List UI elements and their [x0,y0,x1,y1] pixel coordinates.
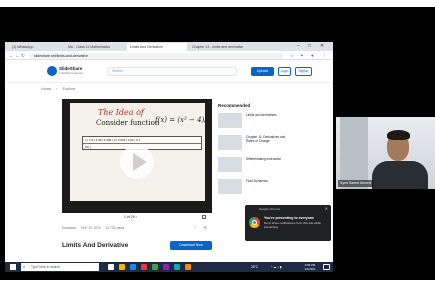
address-bar: ← → ↻ slideshare.net/limits-and-derivati… [5,51,333,60]
shared-screen: (1) WhatsApp Ma - Class 11 Mathematics L… [5,42,333,272]
menu-icon[interactable]: ⋮ [322,51,327,60]
extensions-icon[interactable]: ✦ [300,51,304,60]
app-icon[interactable] [141,264,147,270]
edge-icon[interactable] [130,264,136,270]
recommended-item[interactable]: Chapter 11: Derivatives and Rates of Cha… [218,135,288,153]
notifications-icon[interactable] [323,264,330,270]
document-meta: Education Feb. 15, 2020 12,725 views ♡ ⋖ [62,225,212,232]
recommended-title: Chapter 11: Derivatives and Rates of Cha… [246,135,286,143]
recommended-title: Limits and derivatives [246,113,277,117]
recommended-item[interactable]: Limits and derivatives [218,113,288,131]
url-field[interactable]: slideshare.net/limits-and-derivative [29,52,284,59]
video-background-door [340,117,368,189]
browser-tab-whatsapp[interactable]: (1) WhatsApp [9,43,63,51]
recommended-thumbnail [218,135,242,150]
back-icon[interactable]: ← [9,51,14,60]
document-title: Limits And Derivative [62,242,129,249]
task-view-icon[interactable] [108,264,114,270]
participant-name: Syed Saeed Ahmed [338,180,373,187]
breadcrumb-home[interactable]: Home [41,87,51,91]
app-icon[interactable] [185,264,191,270]
weather-tray[interactable]: 28°C [251,262,258,272]
windows-start-icon[interactable] [10,264,16,270]
tab-label: Limits And Derivative [130,45,163,49]
recommended-thumbnail [218,157,242,172]
taskbar-clock[interactable]: 2:56 PM 1/1/2021 [300,263,320,271]
fullscreen-icon[interactable] [202,215,206,219]
breadcrumb-explore[interactable]: Explore [63,87,76,91]
recommended-thumbnail [218,113,242,128]
recommended-title: Fluid Dynamics [246,179,268,183]
tab-label: Ma - Class 11 Mathematics [68,45,111,49]
windows-taskbar: Type here to search ⌕ 28°C ^ ☁ ♪ ▮ 2:56 … [5,262,333,272]
site-search-input[interactable]: Search [107,67,237,76]
meeting-window: (1) WhatsApp Ma - Class 11 Mathematics L… [0,0,435,307]
slide-formula: f(x) = (x² − 4)/(x − 2) [155,116,205,124]
viewer-controls: 1 of 29 › [62,213,212,221]
clock-date: 1/1/2021 [304,267,316,271]
chrome-icon[interactable] [152,264,158,270]
download-button[interactable]: Download Now [170,241,212,250]
recommended-thumbnail [218,179,242,194]
date-label: Feb. 15, 2020 [81,226,101,230]
browser-tab-bar: (1) WhatsApp Ma - Class 11 Mathematics L… [5,42,333,51]
site-header: SlideShare a Scribd company Search Uploa… [5,61,333,83]
breadcrumb: Home › Explore [41,87,79,92]
like-icon[interactable]: ♡ [193,225,197,232]
tab-label: (1) WhatsApp [12,45,34,49]
slideshare-logo-icon[interactable] [47,66,57,76]
recommended-item[interactable]: Fluid Dynamics [218,179,288,197]
recommended-heading: Recommended [218,103,251,108]
category-label[interactable]: Education [62,226,76,230]
notification-app-name: Google Chrome [259,207,281,211]
participant-video-tile[interactable]: Syed Saeed Ahmed [336,117,435,189]
file-explorer-icon[interactable] [119,264,125,270]
recommended-title: Differentiating Instruction [246,157,282,161]
slide-title-line1: The Idea of [98,108,144,117]
share-icon[interactable]: ⋖ [203,225,207,232]
participant-hair [387,130,410,140]
reload-icon[interactable]: ↻ [21,51,25,60]
breadcrumb-separator: › [56,87,58,91]
site-logo-subtext: a Scribd company [59,71,84,75]
search-icon: ⌕ [23,264,26,269]
browser-tab-limits[interactable]: Limits And Derivative [127,43,187,51]
profile-icon[interactable]: ● [311,51,314,60]
slide-title-line2: Consider function [96,119,160,127]
slide-pager[interactable]: 1 of 29 › [124,213,137,221]
browser-tab-chapter[interactable]: Chapter 13 - limits and derivative [189,43,247,51]
views-label: 12,725 views [105,226,125,230]
app-icon[interactable] [163,264,169,270]
slide-viewer[interactable]: The Idea of Consider function f(x) = (x²… [62,99,212,213]
presenting-notification[interactable]: Google Chrome ✕ You're presenting to eve… [245,205,331,241]
chrome-logo-icon [249,217,260,228]
app-icon[interactable] [174,264,180,270]
upload-button[interactable]: Upload [251,67,274,76]
play-icon [133,153,147,171]
recommended-item[interactable]: Differentiating Instruction [218,157,288,175]
participant-body [372,161,428,189]
signup-button[interactable]: Signup [295,67,312,76]
star-icon[interactable]: ☆ [290,51,294,60]
forward-icon[interactable]: → [15,51,20,60]
notification-body: Don't show notifications from this site … [264,221,321,229]
minimize-icon[interactable]: – [297,42,300,51]
close-icon[interactable]: ✕ [320,42,324,51]
slide-table-row: x | 1.9 | 1.99 | 1.999 | 2 | 2.001 | 2.0… [83,137,201,144]
tab-label: Chapter 13 - limits and derivative [192,45,244,49]
tray-icons[interactable]: ^ ☁ ♪ ▮ [271,262,282,272]
browser-tab-maths[interactable]: Ma - Class 11 Mathematics [65,43,125,51]
taskbar-search-input[interactable]: Type here to search [21,263,99,271]
login-button[interactable]: Login [278,67,291,76]
notification-title: You're presenting to everyone [264,216,314,220]
maximize-icon[interactable]: □ [308,42,311,51]
notification-close-icon[interactable]: ✕ [325,206,328,211]
